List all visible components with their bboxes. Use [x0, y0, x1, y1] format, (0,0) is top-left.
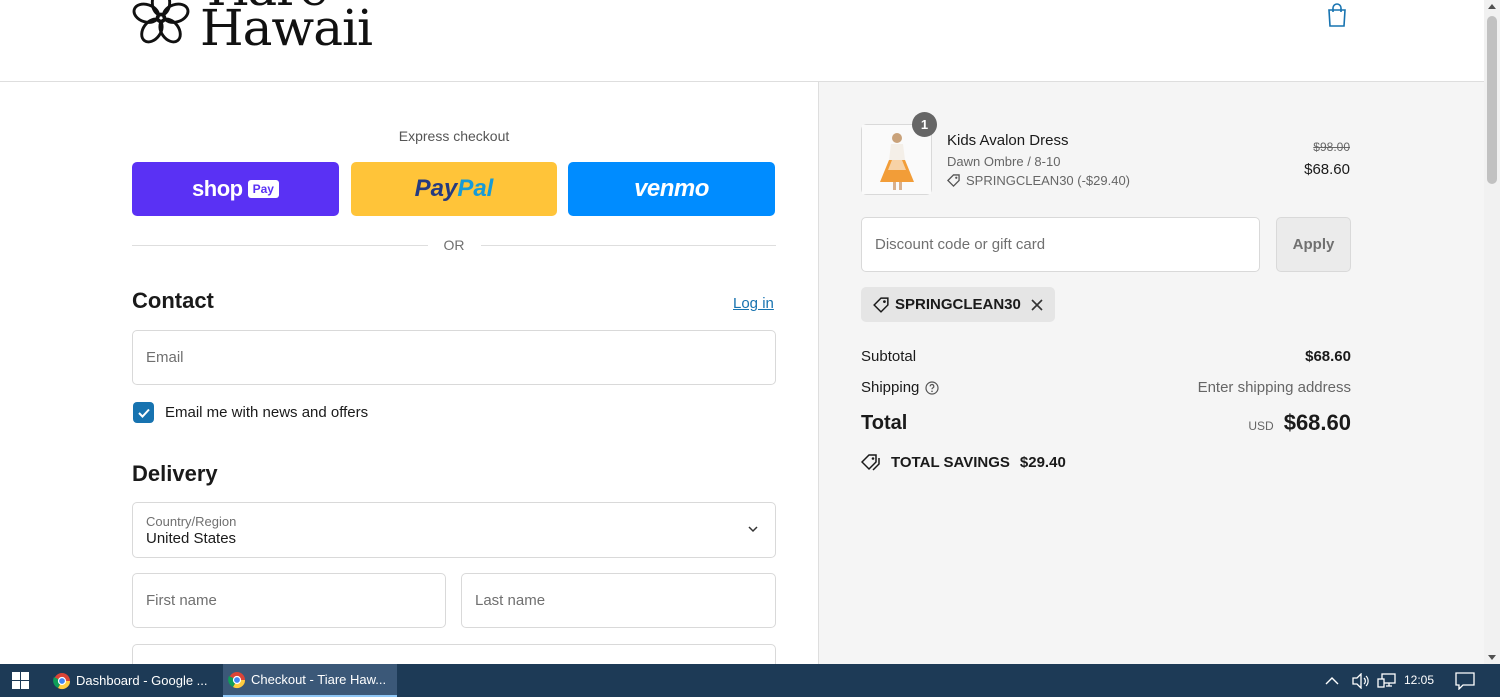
order-summary: 1 Kids Avalon Dress Dawn Ombre / 8-10 SP… — [818, 82, 1484, 664]
shopping-bag-icon[interactable] — [1326, 2, 1348, 28]
venmo-wordmark: venmo — [634, 175, 709, 202]
applied-code-text: SPRINGCLEAN30 — [895, 296, 1021, 313]
newsletter-option[interactable]: Email me with news and offers — [133, 402, 368, 423]
paypal-wordmark-part2: Pal — [457, 175, 494, 202]
first-name-field[interactable]: First name — [132, 573, 446, 628]
store-logo[interactable]: Tiare Hawaii — [132, 0, 373, 57]
delivery-title: Delivery — [132, 461, 218, 486]
start-button[interactable] — [0, 664, 40, 697]
chrome-icon — [228, 671, 246, 688]
discount-placeholder: Discount code or gift card — [875, 236, 1046, 253]
last-name-field[interactable]: Last name — [461, 573, 776, 628]
network-icon[interactable] — [1377, 672, 1397, 689]
country-label: Country/Region — [146, 513, 237, 529]
logo-line-2: Hawaii — [200, 0, 373, 57]
newsletter-checkbox[interactable] — [133, 402, 154, 423]
or-divider: OR — [132, 237, 776, 253]
quantity-badge: 1 — [912, 112, 937, 137]
newsletter-label: Email me with news and offers — [165, 404, 369, 421]
tag-icon — [947, 174, 960, 187]
applied-code-chip: SPRINGCLEAN30 — [861, 287, 1055, 322]
scrollbar-thumb[interactable] — [1487, 16, 1497, 184]
taskbar-item-label: Dashboard - Google ... — [76, 673, 208, 688]
total-row: Total USD $68.60 — [861, 410, 1351, 436]
paypal-button[interactable]: Pay Pal — [351, 162, 557, 216]
total-value: $68.60 — [1283, 410, 1351, 435]
log-in-link[interactable]: Log in — [733, 295, 774, 312]
savings-value: $29.40 — [1019, 453, 1066, 471]
item-variant: Dawn Ombre / 8-10 — [947, 154, 1061, 169]
total-savings: TOTAL SAVINGS $29.40 — [861, 453, 1066, 471]
taskbar-item-checkout[interactable]: Checkout - Tiare Haw... — [223, 664, 397, 697]
page-scrollbar[interactable] — [1484, 0, 1500, 664]
taskbar-item-dashboard[interactable]: Dashboard - Google ... — [48, 664, 214, 697]
first-name-placeholder: First name — [146, 592, 217, 609]
last-name-placeholder: Last name — [475, 592, 546, 609]
country-select[interactable]: Country/Region United States — [132, 502, 776, 558]
shop-pay-badge: Pay — [247, 180, 279, 198]
plumeria-flower-icon — [132, 0, 190, 44]
system-tray — [1325, 664, 1397, 697]
chevron-down-icon — [748, 526, 758, 533]
subtotal-value: $68.60 — [1305, 348, 1351, 365]
taskbar-item-label: Checkout - Tiare Haw... — [251, 672, 387, 687]
paypal-wordmark-part1: Pay — [414, 175, 458, 202]
remove-code-icon[interactable] — [1031, 298, 1043, 311]
apply-discount-button[interactable]: Apply — [1276, 217, 1351, 272]
item-discount-text: SPRINGCLEAN30 (-$29.40) — [966, 173, 1131, 188]
email-placeholder: Email — [146, 349, 184, 366]
shipping-value: Enter shipping address — [1197, 379, 1351, 396]
tag-icon — [873, 296, 889, 313]
volume-icon[interactable] — [1351, 672, 1371, 689]
country-value: United States — [146, 529, 237, 547]
address-field[interactable] — [132, 644, 776, 664]
scroll-up-arrow-icon[interactable] — [1488, 4, 1496, 9]
taskbar-clock[interactable]: 12:05 — [1404, 673, 1434, 687]
help-icon[interactable] — [925, 380, 939, 395]
item-name: Kids Avalon Dress — [947, 132, 1069, 149]
savings-tag-icon — [861, 454, 880, 471]
discount-code-input[interactable]: Discount code or gift card — [861, 217, 1260, 272]
item-price: $68.60 — [1304, 161, 1350, 178]
site-header: Tiare Hawaii — [0, 0, 1484, 82]
or-text: OR — [443, 237, 465, 253]
windows-taskbar: Dashboard - Google ... Checkout - Tiare … — [0, 664, 1500, 697]
scroll-down-arrow-icon[interactable] — [1488, 655, 1496, 660]
shipping-label: Shipping — [861, 379, 920, 396]
logo-wordmark: Tiare Hawaii — [200, 0, 373, 57]
currency-code: USD — [1248, 419, 1274, 433]
chevron-up-icon[interactable] — [1325, 676, 1339, 686]
checkout-form: Express checkout shop Pay Pay Pal venmo O… — [0, 82, 818, 664]
contact-title: Contact — [132, 288, 214, 313]
shop-pay-button[interactable]: shop Pay — [132, 162, 339, 216]
venmo-button[interactable]: venmo — [568, 162, 775, 216]
subtotal-label: Subtotal — [861, 348, 917, 365]
savings-label: TOTAL SAVINGS — [891, 453, 1010, 471]
windows-logo-icon — [11, 672, 29, 689]
item-discount: SPRINGCLEAN30 (-$29.40) — [947, 173, 1130, 188]
shipping-row: Shipping Enter shipping address — [861, 379, 1351, 396]
shop-pay-wordmark: shop — [192, 176, 243, 201]
notifications-icon[interactable] — [1455, 672, 1475, 690]
total-label: Total — [861, 411, 908, 434]
subtotal-row: Subtotal $68.60 — [861, 348, 1351, 365]
express-checkout-label: Express checkout — [398, 128, 510, 144]
item-original-price: $98.00 — [1313, 140, 1350, 154]
checkmark-icon — [137, 408, 150, 418]
chrome-icon — [53, 672, 71, 689]
email-field[interactable]: Email — [132, 330, 776, 385]
